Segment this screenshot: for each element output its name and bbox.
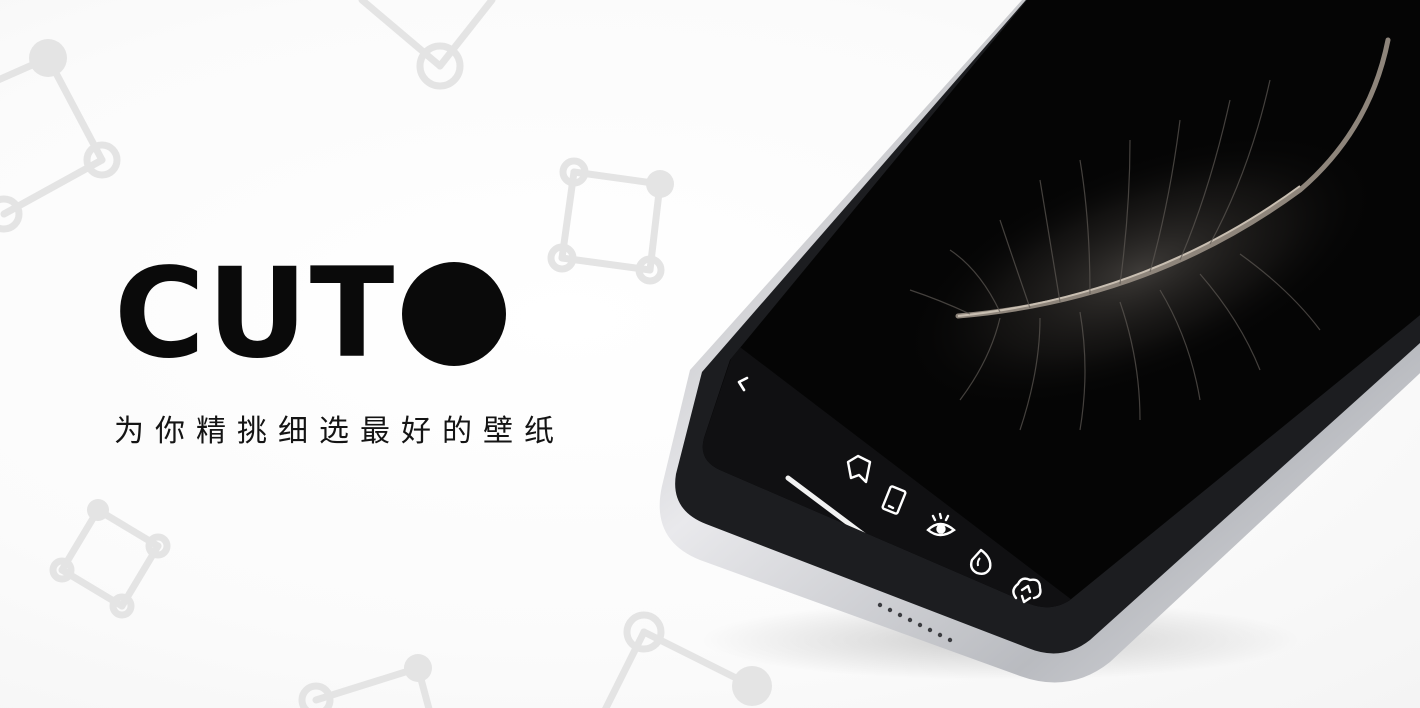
- promo-banner: CUT 为你精挑细选最好的壁纸: [0, 0, 1420, 708]
- phone-mockup: [659, 0, 1420, 683]
